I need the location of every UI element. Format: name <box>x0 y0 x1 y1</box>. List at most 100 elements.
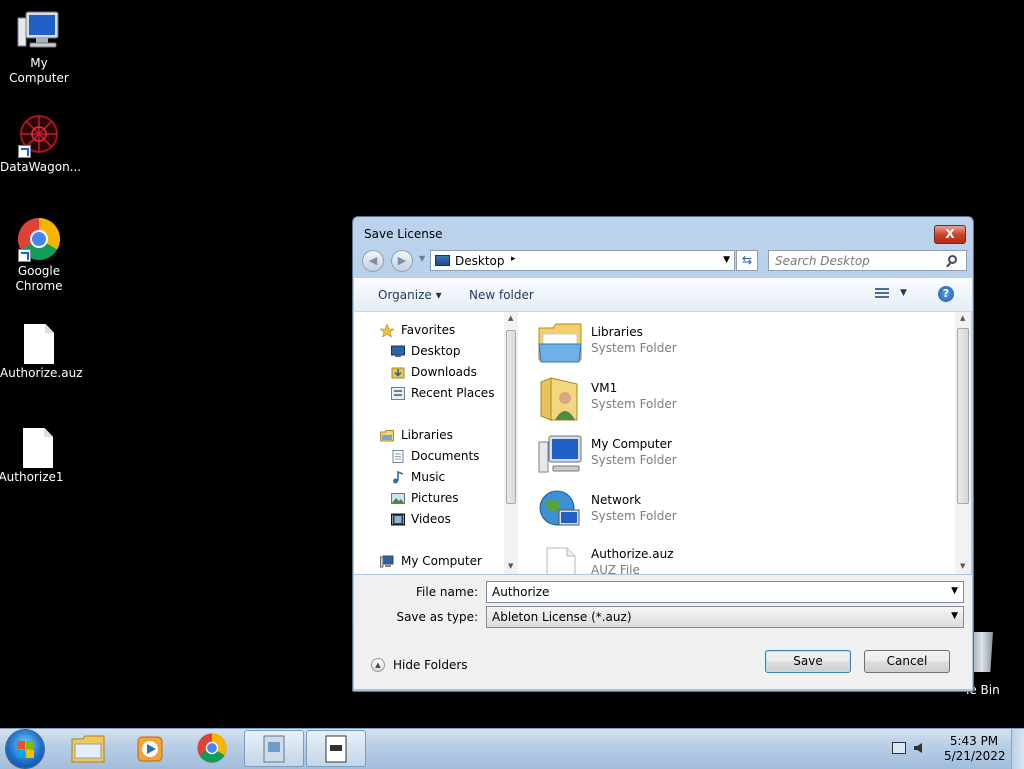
address-dropdown-icon[interactable]: ▼ <box>723 255 730 265</box>
desktop-icon-label: DataWagon... <box>0 160 82 174</box>
network-tray-icon[interactable] <box>892 742 906 754</box>
shortcut-arrow-icon <box>18 145 31 158</box>
show-desktop-button[interactable] <box>1011 729 1024 769</box>
file-type: AUZ File <box>591 563 640 574</box>
command-bar: Organize ▾ New folder ▼ ? <box>354 278 972 312</box>
taskbar-dialog-app[interactable] <box>306 730 366 767</box>
star-icon <box>380 324 394 337</box>
desktop-icon-datawagon[interactable]: DataWagon... <box>0 112 82 175</box>
nav-item-label: Documents <box>411 449 480 463</box>
chrome-icon <box>197 733 227 763</box>
file-type: System Folder <box>591 341 677 355</box>
file-name: Authorize.auz <box>591 547 674 561</box>
recycle-bin-icon <box>971 632 993 672</box>
nav-item-label: Desktop <box>411 344 461 358</box>
file-list-scroll-thumb[interactable] <box>957 328 969 504</box>
file-icon <box>546 547 576 574</box>
nav-item-label: Recent Places <box>411 386 495 400</box>
file-item-network[interactable]: Network System Folder <box>537 484 937 536</box>
videos-icon <box>391 513 405 526</box>
view-dropdown-icon[interactable]: ▼ <box>900 288 907 298</box>
collapse-icon: ▲ <box>371 658 385 672</box>
back-button[interactable]: ◀ <box>362 250 384 272</box>
file-item-my-computer[interactable]: My Computer System Folder <box>537 428 937 480</box>
nav-item-label: Favorites <box>401 323 456 337</box>
scroll-up-icon[interactable]: ▲ <box>960 314 965 322</box>
file-type: System Folder <box>591 397 677 411</box>
nav-scroll-thumb[interactable] <box>506 330 516 504</box>
scroll-down-icon[interactable]: ▼ <box>508 562 513 570</box>
address-location[interactable]: Desktop <box>455 254 505 268</box>
nav-item-label: Music <box>411 470 446 484</box>
taskbar-media-player[interactable] <box>120 730 180 767</box>
navigation-pane: Favorites Desktop Downloads Recent Place… <box>354 312 520 574</box>
file-name: VM1 <box>591 381 618 395</box>
search-icon[interactable] <box>948 255 957 264</box>
clock-date: 5/21/2022 <box>944 749 1006 763</box>
organize-button[interactable]: Organize ▾ <box>378 288 442 302</box>
search-input[interactable]: Search Desktop <box>768 250 967 271</box>
nav-item-label: Downloads <box>411 365 477 379</box>
file-item-authorize-auz[interactable]: Authorize.auz AUZ File <box>537 538 937 574</box>
save-as-type-dropdown-icon[interactable]: ▼ <box>951 611 958 621</box>
user-folder-icon <box>540 377 578 421</box>
shortcut-arrow-icon <box>18 249 31 262</box>
file-name-dropdown-icon[interactable]: ▼ <box>951 586 958 596</box>
save-button[interactable]: Save <box>765 650 851 673</box>
file-name-input[interactable]: Authorize ▼ <box>486 581 964 603</box>
music-icon <box>393 471 404 484</box>
folder-icon <box>71 735 105 763</box>
hide-folders-label: Hide Folders <box>393 658 468 672</box>
save-options-pane: File name: Authorize ▼ Save as type: Abl… <box>354 575 972 689</box>
recent-locations-dropdown[interactable]: ▼ <box>419 254 425 263</box>
scroll-up-icon[interactable]: ▲ <box>508 314 513 322</box>
save-as-type-select[interactable]: Ableton License (*.auz) ▼ <box>486 606 964 628</box>
desktop-icon-authorize-auz[interactable]: Authorize.auz <box>0 324 83 381</box>
address-bar[interactable]: Desktop ▸ ▼ <box>430 250 735 271</box>
file-list-scrollbar[interactable]: ▲ ▼ <box>955 312 971 574</box>
taskbar-chrome[interactable] <box>182 730 242 767</box>
desktop-icon-google-chrome[interactable]: Google Chrome <box>0 216 78 294</box>
clock-time: 5:43 PM <box>949 734 999 748</box>
system-clock[interactable]: 5:43 PM 5/21/2022 <box>944 734 1006 764</box>
network-icon <box>539 490 580 526</box>
libraries-folder-icon <box>538 323 582 363</box>
recent-places-icon <box>391 387 405 400</box>
volume-tray-icon[interactable] <box>914 743 922 753</box>
file-type: System Folder <box>591 509 677 523</box>
app-icon <box>263 735 285 763</box>
view-options-icon[interactable] <box>875 288 889 300</box>
scroll-down-icon[interactable]: ▼ <box>960 562 965 570</box>
desktop-icon-authorize1[interactable]: Authorize1 <box>0 428 70 485</box>
document-icon <box>325 735 347 763</box>
desktop-icon-my-computer[interactable]: My Computer <box>0 8 78 86</box>
media-player-icon <box>137 736 163 762</box>
refresh-icon: ⇆ <box>741 253 753 267</box>
file-item-libraries[interactable]: Libraries System Folder <box>537 316 937 368</box>
nav-scrollbar[interactable]: ▲ ▼ <box>504 312 518 574</box>
taskbar-explorer[interactable] <box>58 730 118 767</box>
desktop-icon-label: Authorize.auz <box>0 366 83 380</box>
file-name: My Computer <box>591 437 672 451</box>
downloads-icon <box>391 367 405 379</box>
file-name: Libraries <box>591 325 643 339</box>
datawagon-icon <box>16 112 62 158</box>
save-license-dialog: Save License X ◀ ▶ ▼ Desktop ▸ ▼ ⇆ Searc… <box>352 216 974 692</box>
forward-button[interactable]: ▶ <box>391 250 413 272</box>
taskbar-app[interactable] <box>244 730 304 767</box>
file-item-vm1[interactable]: VM1 System Folder <box>537 372 937 424</box>
desktop-icon-label: My Computer <box>9 56 69 85</box>
file-name: Network <box>591 493 642 507</box>
close-button[interactable]: X <box>934 225 966 244</box>
breadcrumb-arrow-icon[interactable]: ▸ <box>511 254 516 264</box>
nav-item-label: Libraries <box>401 428 453 442</box>
desktop-icon-recycle-bin[interactable]: le Bin <box>966 632 1024 702</box>
cancel-button[interactable]: Cancel <box>864 650 950 673</box>
help-icon[interactable]: ? <box>938 286 954 302</box>
nav-item-label: My Computer <box>401 554 482 568</box>
start-button[interactable] <box>6 730 44 768</box>
file-name-label: File name: <box>416 585 478 599</box>
file-name-value[interactable]: Authorize <box>492 585 549 599</box>
refresh-button[interactable]: ⇆ <box>736 250 758 271</box>
new-folder-button[interactable]: New folder <box>469 288 534 302</box>
